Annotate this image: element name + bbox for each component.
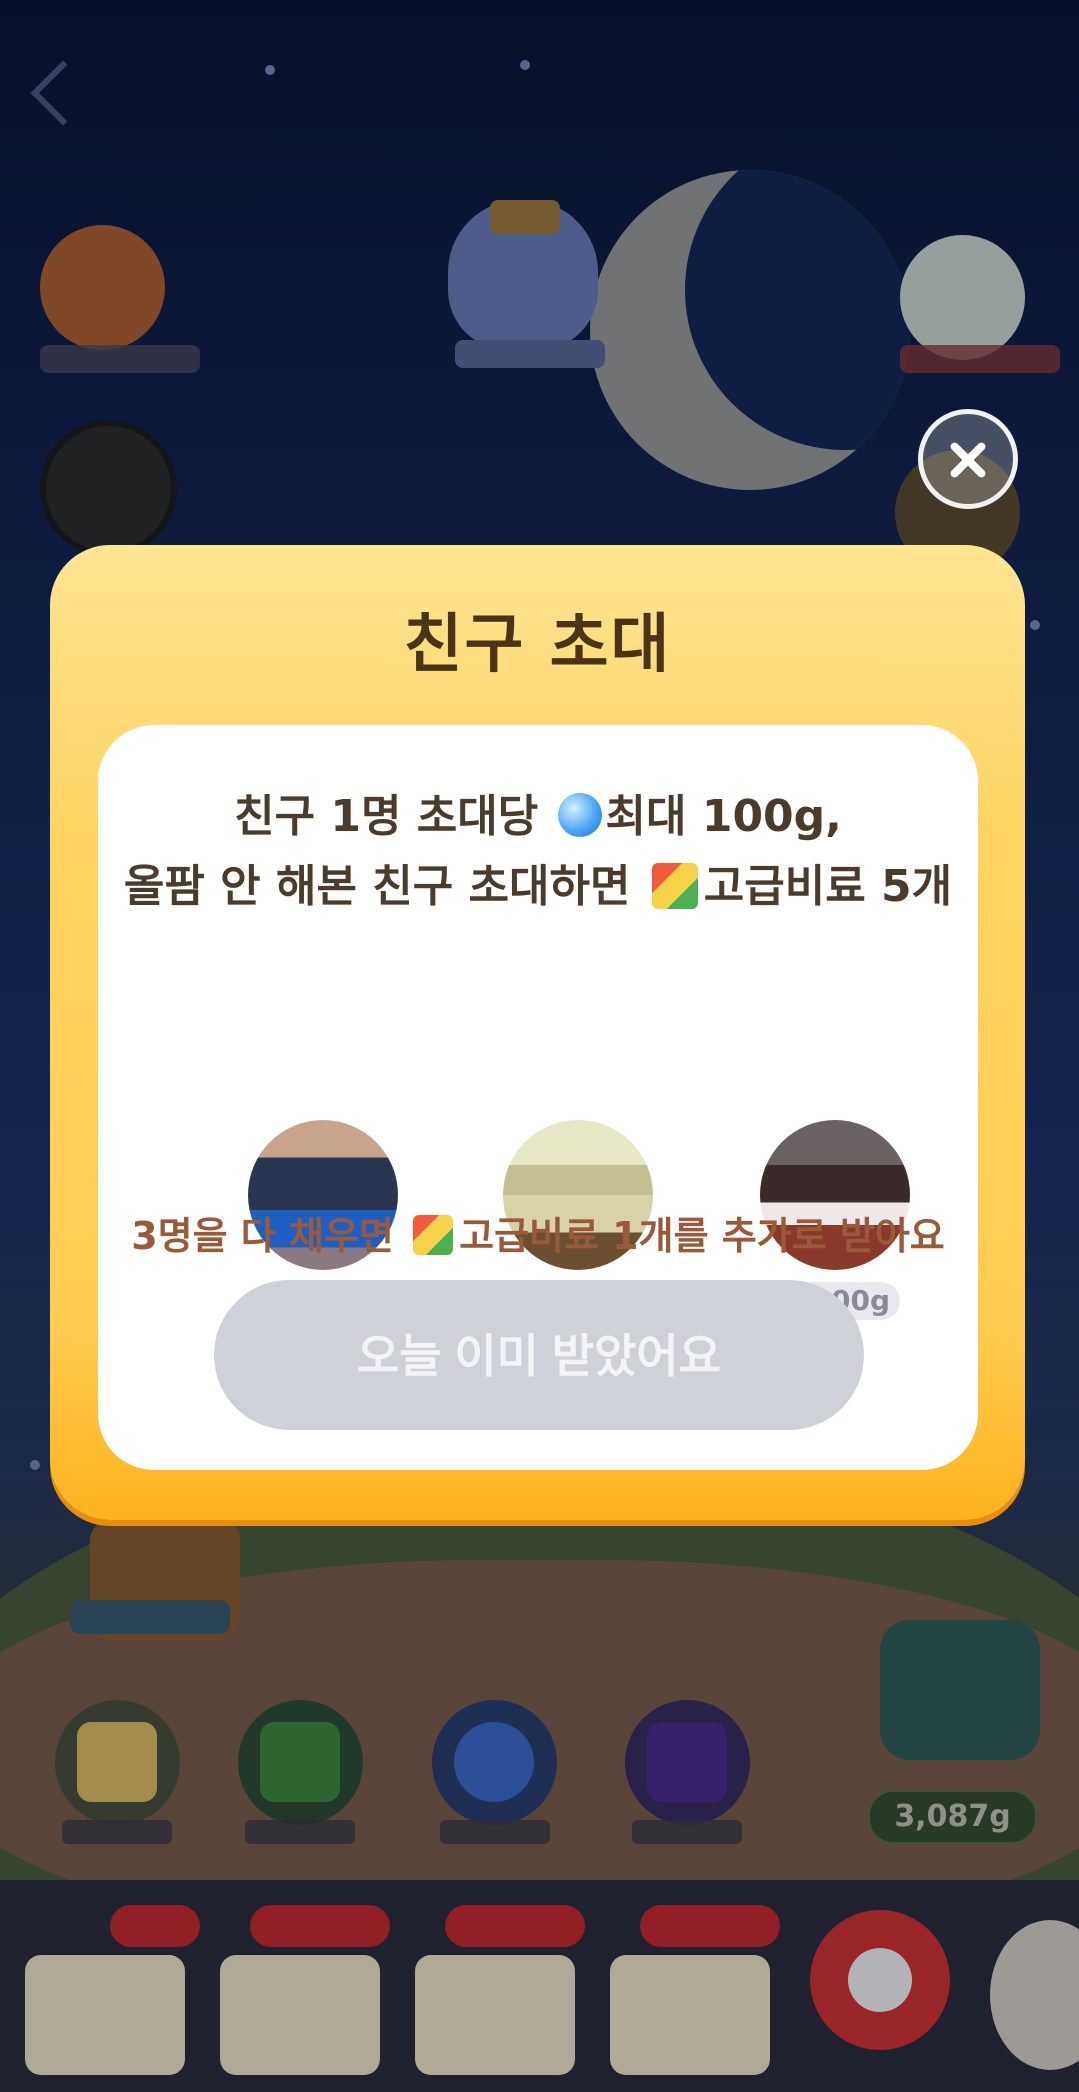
fertilizer-icon (413, 1215, 454, 1255)
desc-text: 올팜 안 해본 친구 초대하면 (123, 861, 646, 912)
close-icon[interactable] (918, 409, 1018, 509)
fertilizer-icon (651, 863, 698, 909)
water-drop-icon (557, 793, 602, 837)
new-user-reward-line: 올팜 안 해본 친구 초대하면 고급비료 5개 (98, 850, 978, 914)
desc-text: 최대 100g, (605, 791, 842, 842)
desc-text: 친구 1명 초대당 (234, 791, 554, 842)
invite-friends-modal: 친구 초대 친구 1명 초대당 최대 100g, 올팜 안 해본 친구 초대하면… (50, 545, 1025, 1520)
bonus-text-post: 고급비료 1개를 추가로 받아요 (459, 1214, 945, 1258)
modal-title: 친구 초대 (403, 608, 672, 682)
invite-reward-line: 친구 1명 초대당 최대 100g, (98, 780, 978, 844)
desc-text: 고급비료 5개 (703, 861, 953, 912)
bonus-text: 3명을 다 채우면 고급비료 1개를 추가로 받아요 (98, 1205, 978, 1260)
already-received-button[interactable]: 오늘 이미 받았어요 (214, 1280, 864, 1430)
bonus-text-pre: 3명을 다 채우면 (131, 1214, 408, 1258)
invite-panel: 친구 1명 초대당 최대 100g, 올팜 안 해본 친구 초대하면 고급비료 … (98, 725, 978, 1470)
